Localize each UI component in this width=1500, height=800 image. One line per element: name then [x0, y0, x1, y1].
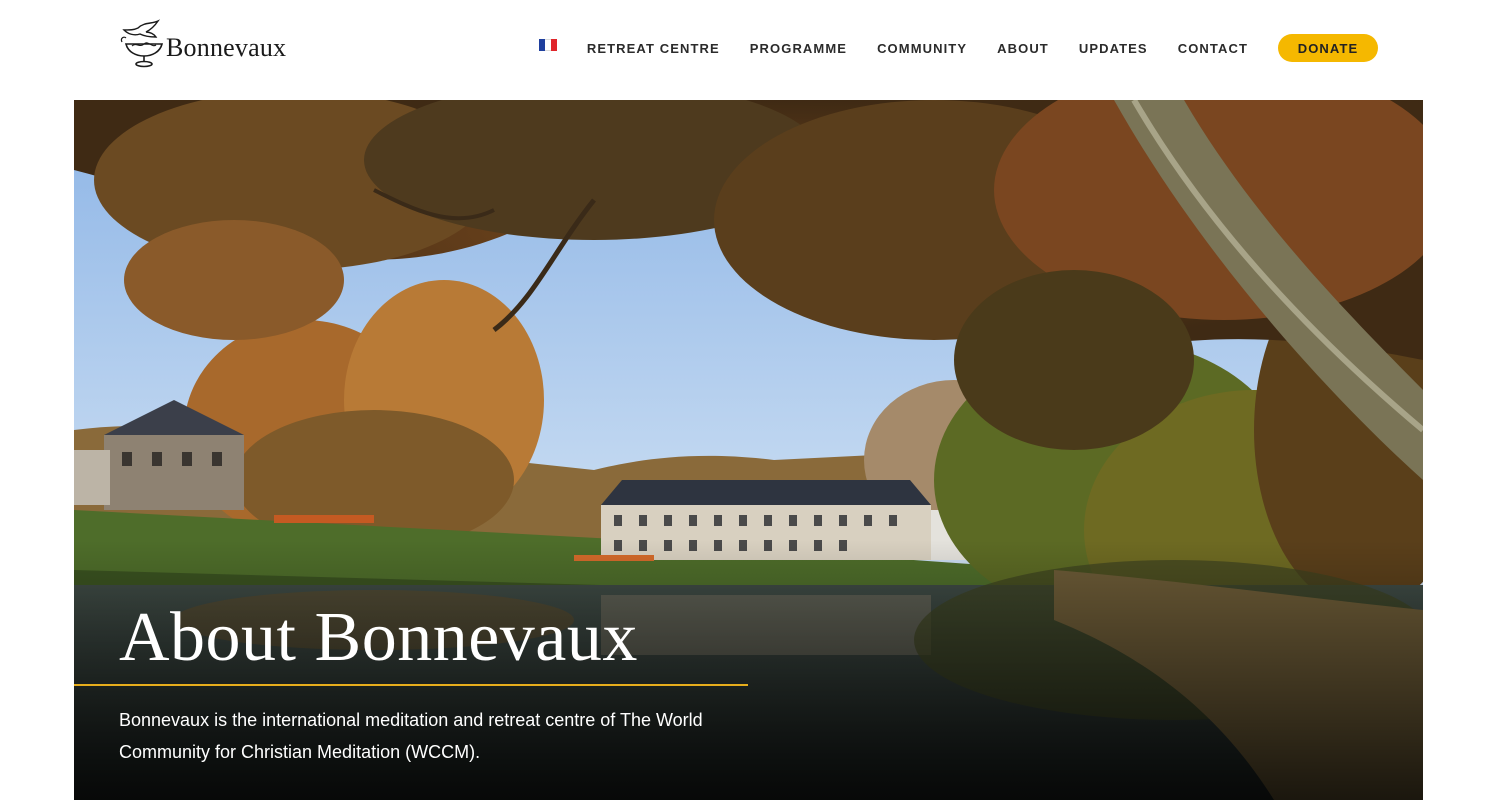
dove-chalice-logo-icon	[120, 19, 164, 68]
nav-retreat-centre[interactable]: RETREAT CENTRE	[587, 41, 720, 56]
site-logo[interactable]: Bonnevaux	[120, 18, 286, 70]
nav-community[interactable]: COMMUNITY	[877, 41, 967, 56]
hero-description: Bonnevaux is the international meditatio…	[119, 710, 703, 762]
donate-button[interactable]: DONATE	[1278, 34, 1378, 62]
page-title: About Bonnevaux	[119, 599, 638, 676]
nav-updates[interactable]: UPDATES	[1079, 41, 1148, 56]
site-name: Bonnevaux	[166, 33, 287, 62]
hero-banner: About Bonnevaux Bonnevaux is the interna…	[74, 100, 1423, 800]
nav-about[interactable]: ABOUT	[997, 41, 1049, 56]
main-nav: RETREAT CENTRE PROGRAMME COMMUNITY ABOUT…	[538, 34, 1378, 62]
french-flag-icon[interactable]	[538, 39, 557, 51]
title-divider	[74, 684, 748, 686]
nav-contact[interactable]: CONTACT	[1178, 41, 1248, 56]
hero-landscape-image	[74, 100, 1423, 800]
site-header: Bonnevaux RETREAT CENTRE PROGRAMME COMMU…	[0, 0, 1500, 100]
nav-programme[interactable]: PROGRAMME	[750, 41, 847, 56]
